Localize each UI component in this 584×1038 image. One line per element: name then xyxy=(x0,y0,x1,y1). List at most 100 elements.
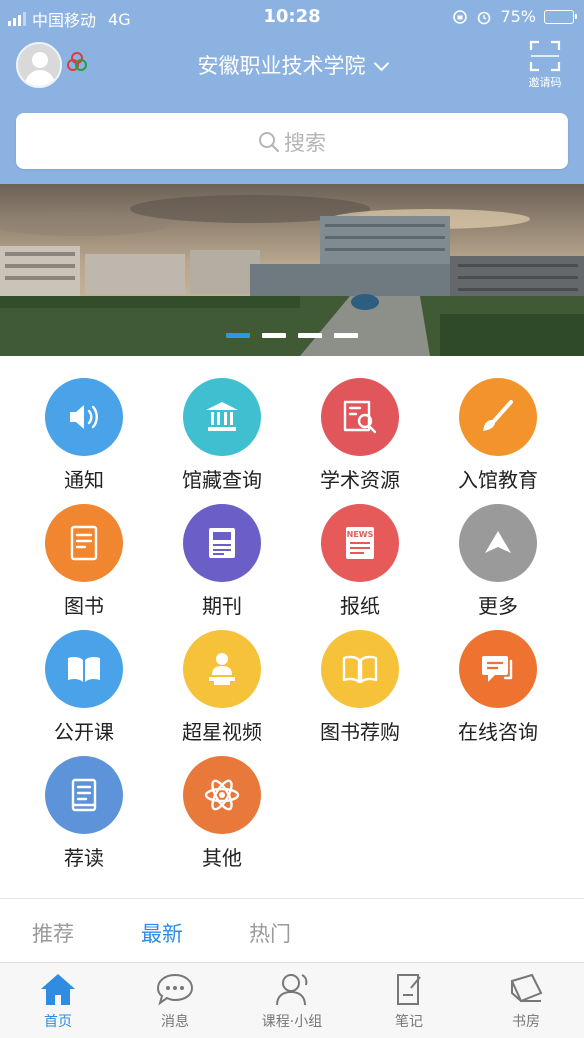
nav-home-label: 首页 xyxy=(44,1014,72,1030)
invite-code-label: 邀请码 xyxy=(528,76,562,89)
search-document-icon xyxy=(343,400,377,434)
nav-messages[interactable]: 消息 xyxy=(117,971,233,1031)
school-name: 安徽职业技术学院 xyxy=(197,54,366,78)
tab-popular[interactable]: 热门 xyxy=(249,918,291,948)
banner-dot[interactable] xyxy=(298,333,322,338)
grid-item[interactable]: 通知 xyxy=(15,378,153,493)
grid-item[interactable]: 在线咨询 xyxy=(429,630,567,745)
nav-courses-groups[interactable]: 课程·小组 xyxy=(234,971,350,1031)
lecturer-icon xyxy=(209,653,235,685)
grid-item-label: 在线咨询 xyxy=(458,720,538,744)
alarm-icon xyxy=(478,11,491,24)
grid-item-icon-circle xyxy=(183,756,261,834)
grid-item[interactable]: 学术资源 xyxy=(291,378,429,493)
grid-item[interactable]: 入馆教育 xyxy=(429,378,567,493)
speaker-icon xyxy=(70,405,98,429)
nav-courses-label: 课程·小组 xyxy=(261,1014,323,1030)
grid-item-icon-circle: NEWS xyxy=(321,504,399,582)
home-icon xyxy=(41,974,75,1005)
newspaper-icon: NEWS xyxy=(346,527,374,559)
grid-item[interactable]: 超星视频 xyxy=(153,630,291,745)
grid-item-icon-circle xyxy=(45,756,123,834)
grid-item-label: 超星视频 xyxy=(182,720,262,744)
nav-study[interactable]: 书房 xyxy=(468,971,584,1031)
scan-code-icon xyxy=(529,40,561,72)
battery-icon xyxy=(544,9,577,24)
tab-latest[interactable]: 最新 xyxy=(141,918,183,948)
grid-item-icon-circle xyxy=(183,504,261,582)
chevron-up-icon xyxy=(485,531,511,553)
message-icon xyxy=(156,973,194,1006)
grid-item-label: 通知 xyxy=(64,468,104,492)
bottom-nav: 首页 消息 课程·小组 笔记 书房 xyxy=(0,962,584,1038)
grid-item-label: 图书 xyxy=(64,594,104,618)
rotation-lock-icon xyxy=(453,9,468,24)
grid-item[interactable]: 公开课 xyxy=(15,630,153,745)
invite-code-button[interactable]: 邀请码 xyxy=(524,40,566,90)
grid-item-label: 其他 xyxy=(202,846,242,870)
grid-item[interactable]: 期刊 xyxy=(153,504,291,619)
book-icon xyxy=(70,525,98,561)
search-placeholder: 搜索 xyxy=(284,131,326,155)
library-building-icon xyxy=(206,402,238,431)
tab-recommended[interactable]: 推荐 xyxy=(32,918,74,948)
grid-item-label: 期刊 xyxy=(202,594,242,618)
chevron-down-icon xyxy=(373,55,389,72)
chat-icon xyxy=(482,656,513,682)
grid-item-label: 学术资源 xyxy=(320,468,400,492)
search-icon xyxy=(259,132,280,153)
banner-pagination xyxy=(0,333,584,338)
grid-item-label: 馆藏查询 xyxy=(182,468,262,492)
search-input[interactable]: 搜索 xyxy=(16,113,568,169)
battery-percent: 75% xyxy=(500,7,536,26)
grid-item-label: 图书荐购 xyxy=(320,720,400,744)
grid-item[interactable]: 图书荐购 xyxy=(291,630,429,745)
grid-item-label: 公开课 xyxy=(54,720,114,744)
feed-tabs: 推荐 最新 热门 xyxy=(0,918,584,958)
reading-icon xyxy=(71,778,97,812)
banner-dot[interactable] xyxy=(226,333,250,338)
grid-item-icon-circle xyxy=(45,630,123,708)
grid-item[interactable]: 更多 xyxy=(429,504,567,619)
status-bar: 中国移动 4G 10:28 75% xyxy=(0,0,584,34)
grid-item-label: 荐读 xyxy=(64,846,104,870)
campus-photo xyxy=(0,184,584,356)
nav-messages-label: 消息 xyxy=(161,1014,189,1030)
banner-dot[interactable] xyxy=(334,333,358,338)
banner-dot[interactable] xyxy=(262,333,286,338)
grid-item-icon-circle xyxy=(459,504,537,582)
grid-item[interactable]: 其他 xyxy=(153,756,291,871)
grid-item-label: 报纸 xyxy=(340,594,380,618)
grid-item-label: 入馆教育 xyxy=(458,468,538,492)
grid-item[interactable]: 馆藏查询 xyxy=(153,378,291,493)
bookshelf-icon xyxy=(510,973,543,1003)
grid-item-icon-circle xyxy=(459,378,537,456)
grid-item-label: 更多 xyxy=(478,594,518,618)
grid-item-icon-circle xyxy=(321,378,399,456)
note-icon xyxy=(397,974,421,1005)
atom-icon xyxy=(204,779,240,811)
nav-study-label: 书房 xyxy=(512,1014,540,1030)
grid-item-icon-circle xyxy=(183,630,261,708)
book-recommend-icon xyxy=(342,655,378,684)
campus-banner[interactable] xyxy=(0,184,584,356)
grid-item-icon-circle xyxy=(183,378,261,456)
grid-item[interactable]: NEWS 报纸 xyxy=(291,504,429,619)
user-group-icon xyxy=(276,974,308,1006)
grid-item-icon-circle xyxy=(459,630,537,708)
grid-item-icon-circle xyxy=(45,504,123,582)
section-divider xyxy=(0,898,584,899)
nav-notes-label: 笔记 xyxy=(395,1014,423,1030)
svg-text:NEWS: NEWS xyxy=(347,530,374,539)
grid-item-icon-circle xyxy=(321,630,399,708)
nav-home[interactable]: 首页 xyxy=(0,971,116,1031)
nav-notes[interactable]: 笔记 xyxy=(351,971,467,1031)
journal-icon xyxy=(209,528,235,558)
grid-item[interactable]: 图书 xyxy=(15,504,153,619)
open-book-icon xyxy=(68,656,100,682)
grid-item-icon-circle xyxy=(45,378,123,456)
brush-icon xyxy=(483,400,513,431)
grid-item[interactable]: 荐读 xyxy=(15,756,153,871)
top-header: 中国移动 4G 10:28 75% 安徽职业技术学院 邀请码 搜索 xyxy=(0,0,584,184)
school-selector[interactable]: 安徽职业技术学院 xyxy=(0,50,584,80)
